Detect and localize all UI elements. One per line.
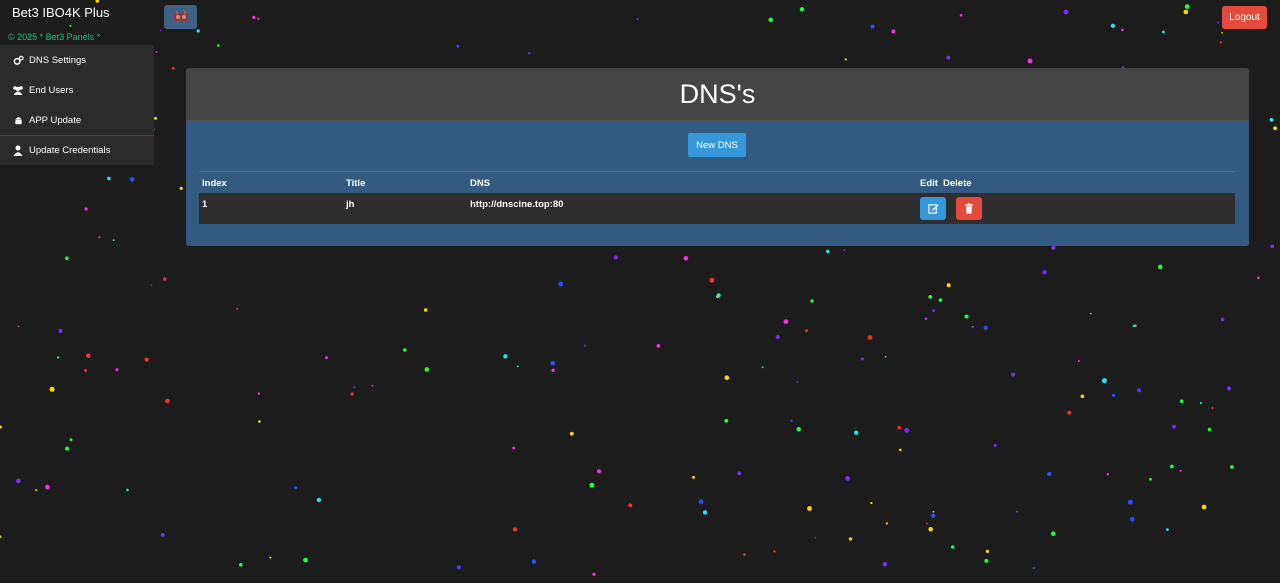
copyright-text: © 2025 * Bet3 Panels * xyxy=(8,32,101,42)
dns-panel: DNS's New DNS Index Title DNS Edit Delet… xyxy=(186,68,1249,246)
sidebar-item-end-users[interactable]: End Users xyxy=(0,75,154,105)
trash-icon xyxy=(965,203,973,214)
table-header-row: Index Title DNS Edit Delete xyxy=(199,171,1235,193)
column-header-delete: Delete xyxy=(943,178,972,189)
gears-icon xyxy=(12,54,24,66)
logout-button[interactable]: Logout xyxy=(1222,6,1267,29)
edit-button[interactable] xyxy=(920,197,946,220)
panel-logo-icon xyxy=(173,11,188,21)
user-icon xyxy=(12,145,24,157)
sidebar-item-update-credentials[interactable]: Update Credentials xyxy=(0,135,154,165)
sidebar-item-app-update[interactable]: APP Update xyxy=(0,105,154,135)
android-icon xyxy=(12,114,24,126)
sidebar-item-label: APP Update xyxy=(29,114,82,126)
users-icon xyxy=(12,84,24,96)
row-index: 1 xyxy=(202,199,208,210)
column-header-index: Index xyxy=(202,178,227,189)
edit-icon xyxy=(927,204,939,214)
column-header-dns: DNS xyxy=(470,178,491,189)
column-header-title: Title xyxy=(346,178,366,189)
row-title: jh xyxy=(346,199,355,210)
row-dns: http://dnscine.top:80 xyxy=(470,199,564,210)
column-header-edit: Edit xyxy=(920,178,938,189)
sidebar: DNS Settings End Users APP Update Update… xyxy=(0,45,154,165)
app-title: Bet3 IBO4K Plus xyxy=(12,5,110,20)
table-row: 1 jh http://dnscine.top:80 xyxy=(199,193,1235,224)
menu-toggle-button[interactable] xyxy=(164,5,197,29)
sidebar-item-label: Update Credentials xyxy=(29,145,111,156)
sidebar-item-label: DNS Settings xyxy=(29,54,87,66)
new-dns-button[interactable]: New DNS xyxy=(688,133,746,157)
page-title: DNS's xyxy=(186,68,1249,121)
sidebar-item-label: End Users xyxy=(29,84,74,96)
sidebar-item-dns-settings[interactable]: DNS Settings xyxy=(0,45,154,75)
dns-table: Index Title DNS Edit Delete 1 jh http://… xyxy=(199,171,1235,224)
delete-button[interactable] xyxy=(956,197,982,220)
